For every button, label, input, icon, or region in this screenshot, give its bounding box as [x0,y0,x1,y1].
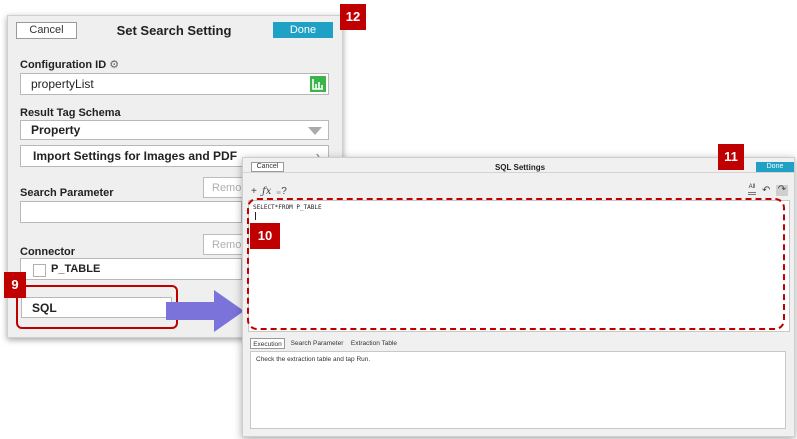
select-all-button[interactable]: All [747,184,757,196]
configuration-id-value: propertyList [31,77,94,91]
badge-9: 9 [4,272,26,298]
function-icon[interactable]: ƒx [262,187,271,197]
connector-icon[interactable] [310,76,326,92]
dropdown-arrow-icon [308,127,322,135]
done-button[interactable]: Done [273,22,333,38]
add-icon[interactable]: + [251,187,259,197]
result-tag-schema-label: Result Tag Schema [20,107,121,119]
connector-item-label: P_TABLE [51,263,101,275]
search-parameter-label: Search Parameter [20,187,114,199]
gear-icon[interactable]: ⚙ [109,59,119,71]
configuration-id-label-text: Configuration ID [20,59,107,71]
result-tag-schema-value: Property [31,123,81,137]
connector-checkbox[interactable] [33,264,46,277]
select-all-label: All [748,184,756,190]
configuration-id-label: Configuration ID ⚙ [20,58,119,72]
tab-search-parameter[interactable]: Search Parameter [288,338,346,349]
badge-11: 11 [718,144,744,170]
sql-settings-title: SQL Settings [494,163,546,172]
connector-item-p-table[interactable]: P_TABLE [20,258,242,280]
search-parameter-field[interactable] [20,201,242,223]
configuration-id-input[interactable]: propertyList [20,73,329,95]
arrow-to-sql-settings [166,289,246,333]
remove-connector-button[interactable]: Remo [203,234,243,255]
redo-icon[interactable]: ↷ [776,185,788,196]
sql-callout-box [16,285,178,329]
tab-execution[interactable]: Execution [250,338,285,349]
import-settings-label: Import Settings for Images and PDF [33,149,238,163]
panel-title: Set Search Setting [116,23,232,38]
parameter-icon[interactable]: ₌? [276,187,287,197]
sql-editor-callout [247,198,785,330]
undo-icon[interactable]: ↶ [762,186,772,196]
sql-cancel-button[interactable]: Cancel [251,162,284,172]
result-tag-schema-select[interactable]: Property [20,120,329,140]
tab-extraction-table[interactable]: Extraction Table [348,338,400,349]
execution-message: Check the extraction table and tap Run. [256,356,371,363]
badge-10: 10 [250,223,280,249]
sql-done-button[interactable]: Done [756,162,794,172]
cancel-button[interactable]: Cancel [16,22,77,39]
badge-12: 12 [340,4,366,30]
remove-search-parameter-button[interactable]: Remo [203,177,243,198]
